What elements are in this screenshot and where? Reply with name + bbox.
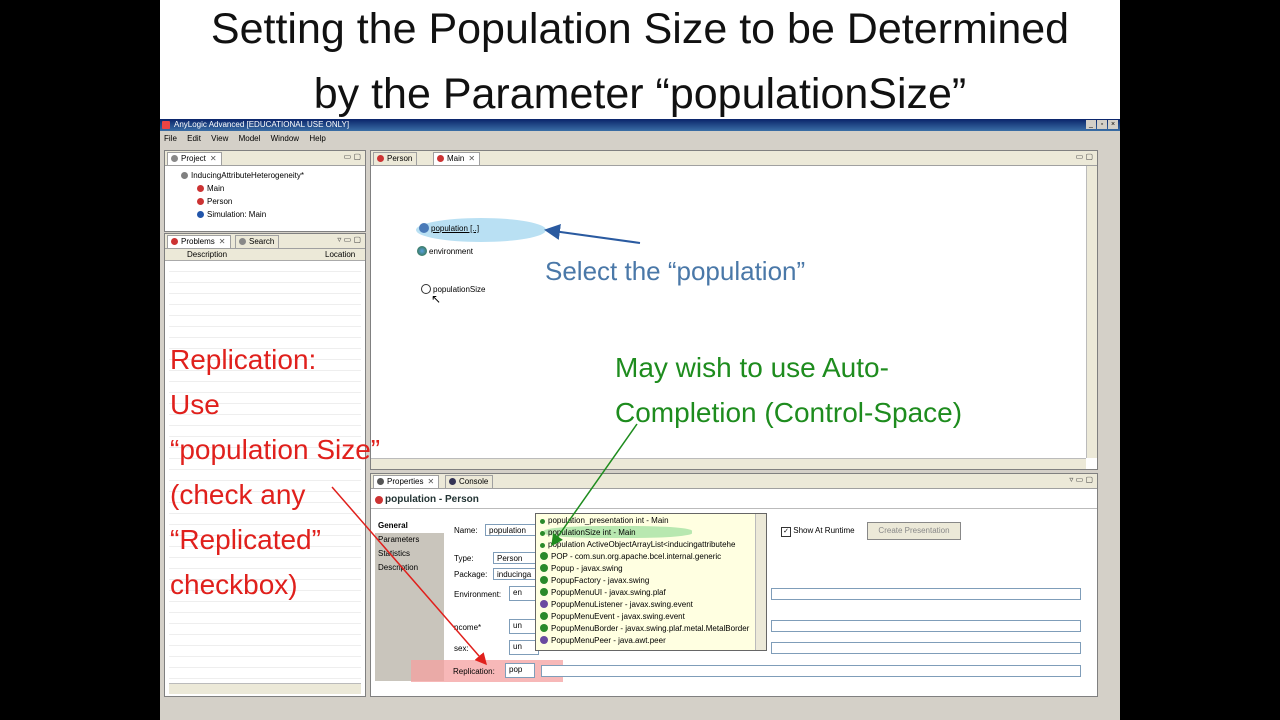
annotation-replication-line: Replication: xyxy=(170,344,317,375)
slide: Setting the Population Size to be Determ… xyxy=(160,0,1120,720)
annotation-autocomplete-line-2: Completion (Control-Space) xyxy=(615,397,963,428)
autocomplete-arrow xyxy=(551,423,638,547)
annotation-replication-line: (check any xyxy=(170,479,306,510)
select-arrow xyxy=(544,223,641,244)
annotation-select: Select the “population” xyxy=(545,256,806,286)
annotation-replication: Replication: Use “population Size” (chec… xyxy=(170,337,440,617)
annotation-autocomplete-line-1: May wish to use Auto- xyxy=(615,352,889,383)
annotation-replication-line: checkbox) xyxy=(170,569,298,600)
annotation-replication-line: “population Size” xyxy=(170,434,381,465)
annotation-replication-line: Use xyxy=(170,389,220,420)
annotation-replication-line: “Replicated” xyxy=(170,524,321,555)
